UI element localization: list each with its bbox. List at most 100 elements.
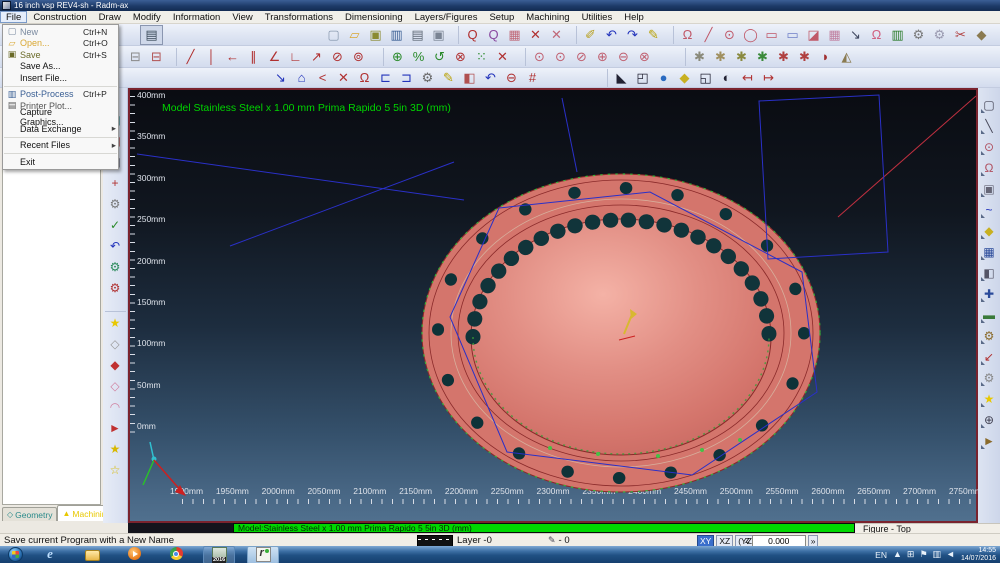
menu-insert-file[interactable]: Insert File... bbox=[4, 72, 117, 87]
clamp-icon[interactable]: ⊟ bbox=[125, 48, 146, 66]
circle-icon[interactable]: ⊙ bbox=[719, 26, 740, 44]
line-pick-icon[interactable]: ╲ bbox=[980, 115, 999, 136]
view-prev-icon[interactable]: ↤ bbox=[737, 69, 758, 87]
menu-item[interactable]: File bbox=[0, 11, 27, 23]
chain-percent-icon[interactable]: % bbox=[408, 48, 429, 66]
clamp-red-icon[interactable]: ⊟ bbox=[146, 48, 167, 66]
menu-item[interactable]: Draw bbox=[93, 11, 127, 23]
view-bulb-icon[interactable]: ◆ bbox=[674, 69, 695, 87]
move-star-icon[interactable]: ✚ bbox=[980, 283, 999, 304]
chain-add-icon[interactable]: ⊕ bbox=[383, 48, 408, 66]
pen-icon[interactable]: ✎ bbox=[643, 26, 664, 44]
star-edit-icon[interactable]: ★ bbox=[105, 438, 126, 459]
taskbar-clock[interactable]: 14:55 14/07/2016 bbox=[961, 547, 996, 563]
view-next-icon[interactable]: ↦ bbox=[758, 69, 779, 87]
solid-mill-icon[interactable]: ✱ bbox=[685, 48, 710, 66]
print-icon[interactable]: ▤ bbox=[407, 26, 428, 44]
rounded-rect-icon[interactable]: ▭ bbox=[782, 26, 803, 44]
more-button[interactable]: » bbox=[808, 535, 819, 547]
menu-save-as[interactable]: Save As... bbox=[4, 61, 117, 73]
hand-icon[interactable]: ► bbox=[980, 430, 999, 451]
arc-fillet-icon[interactable]: ⊕ bbox=[592, 48, 613, 66]
menu-item[interactable]: Utilities bbox=[576, 11, 619, 23]
redo-icon[interactable]: ↷ bbox=[622, 26, 643, 44]
line-icon[interactable]: ╱ bbox=[698, 26, 719, 44]
solid-rough-icon[interactable]: ✱ bbox=[710, 48, 731, 66]
menu-item[interactable]: Information bbox=[167, 11, 227, 23]
arc-chamfer-icon[interactable]: ⊖ bbox=[613, 48, 634, 66]
menu-item[interactable]: Construction bbox=[27, 11, 92, 23]
layer-label[interactable]: Layer -0 bbox=[457, 535, 492, 546]
view-iso1-icon[interactable]: ◣ bbox=[607, 69, 632, 87]
curve-icon[interactable]: ~ bbox=[980, 199, 999, 220]
bulb-icon[interactable]: ◆ bbox=[980, 220, 999, 241]
circle-tangent-icon[interactable]: ⊘ bbox=[327, 48, 348, 66]
check-red-icon[interactable]: ↙ bbox=[980, 346, 999, 367]
graphics-viewport[interactable]: Model Stainless Steel x 1.00 mm Prima Ra… bbox=[128, 88, 978, 523]
menu-item[interactable]: Transformations bbox=[259, 11, 339, 23]
plot-icon[interactable]: ▤ bbox=[140, 25, 163, 45]
new-file-icon[interactable]: ▢ bbox=[323, 26, 344, 44]
copy-icon[interactable]: ▣ bbox=[428, 26, 449, 44]
offset-icon[interactable]: # bbox=[522, 69, 543, 87]
solid-red-icon[interactable]: ✱ bbox=[773, 48, 794, 66]
circle-add-icon[interactable]: ⊕ bbox=[980, 409, 999, 430]
trim-less-icon[interactable]: < bbox=[312, 69, 333, 87]
solid-finish-icon[interactable]: ✱ bbox=[731, 48, 752, 66]
star-right-icon[interactable]: ★ bbox=[980, 388, 999, 409]
z-value-input[interactable] bbox=[752, 535, 806, 547]
solid-red2-icon[interactable]: ✱ bbox=[794, 48, 815, 66]
zoom-extents-icon[interactable]: ✕ bbox=[525, 26, 546, 44]
arc-3pt-icon[interactable]: ⊙ bbox=[550, 48, 571, 66]
diamond-pink-icon[interactable]: ◇ bbox=[105, 375, 126, 396]
gear-icon[interactable]: ⚙ bbox=[105, 193, 126, 214]
line-vertical-icon[interactable]: │ bbox=[201, 48, 222, 66]
line-tangent-icon[interactable]: ↗ bbox=[306, 48, 327, 66]
post-red-icon[interactable]: ◗ bbox=[815, 48, 836, 66]
chain-delete-icon[interactable]: ⊗ bbox=[450, 48, 471, 66]
menu-save[interactable]: ▣ Save Ctrl+S bbox=[4, 49, 117, 61]
zoom-dynamic-icon[interactable]: Q bbox=[483, 26, 504, 44]
undo-arc-icon[interactable]: ↶ bbox=[480, 69, 501, 87]
stamp2-icon[interactable]: ◧ bbox=[459, 69, 480, 87]
menu-exit[interactable]: Exit bbox=[4, 156, 117, 168]
tray-network[interactable]: ▥ bbox=[933, 549, 942, 560]
zoom-in-icon[interactable]: Q bbox=[458, 26, 483, 44]
taskbar-chrome[interactable] bbox=[161, 546, 191, 562]
diamond-red-icon[interactable]: ◆ bbox=[105, 354, 126, 375]
elastic-icon[interactable]: ↘ bbox=[270, 69, 291, 87]
star-add-icon[interactable]: ☆ bbox=[105, 459, 126, 480]
pen-small-icon[interactable]: ✎ bbox=[438, 69, 459, 87]
menu-item[interactable]: Layers/Figures bbox=[409, 11, 484, 23]
undo-blue-icon[interactable]: ↶ bbox=[105, 235, 126, 256]
chain-close-icon[interactable]: ✕ bbox=[492, 48, 513, 66]
arc-center-icon[interactable]: ⊙ bbox=[525, 48, 550, 66]
undo-icon[interactable]: ↶ bbox=[601, 26, 622, 44]
menu-item[interactable]: Machining bbox=[520, 11, 575, 23]
arrow-red-icon[interactable]: ► bbox=[105, 417, 126, 438]
tray-up-arrow[interactable]: ▲ bbox=[893, 549, 902, 560]
macro-icon[interactable]: ✂ bbox=[950, 26, 971, 44]
model-canvas[interactable] bbox=[130, 90, 976, 521]
line-arrow-icon[interactable]: ← bbox=[222, 48, 243, 66]
taskbar-app-2016[interactable]: 2016 bbox=[203, 546, 235, 563]
ellipse-icon[interactable]: ◯ bbox=[740, 26, 761, 44]
save-file-icon[interactable]: ▣ bbox=[365, 26, 386, 44]
tray-volume[interactable]: ◄ bbox=[946, 549, 955, 560]
menu-item[interactable]: Help bbox=[618, 11, 650, 23]
star-yellow-icon[interactable]: ★ bbox=[105, 311, 126, 333]
arc-tangent-icon[interactable]: ⊘ bbox=[571, 48, 592, 66]
polygon-icon[interactable]: ⌂ bbox=[291, 69, 312, 87]
view-iso2-icon[interactable]: ◰ bbox=[632, 69, 653, 87]
chain-reverse-icon[interactable]: ↺ bbox=[429, 48, 450, 66]
open-file-icon[interactable]: ▱ bbox=[344, 26, 365, 44]
spline-icon[interactable]: ↘ bbox=[845, 26, 866, 44]
gear-stack-icon[interactable]: ⚙ bbox=[980, 367, 999, 388]
form-icon[interactable]: Ω bbox=[866, 26, 887, 44]
line-parallel-icon[interactable]: ∥ bbox=[243, 48, 264, 66]
gear-delete-icon[interactable]: ⚙ bbox=[105, 277, 126, 298]
tray-flag[interactable]: ⚑ bbox=[919, 549, 927, 560]
crosshair-icon[interactable]: + bbox=[105, 172, 126, 193]
part-list-icon[interactable]: ▥ bbox=[386, 26, 407, 44]
ruler-icon[interactable]: ▬ bbox=[980, 304, 999, 325]
